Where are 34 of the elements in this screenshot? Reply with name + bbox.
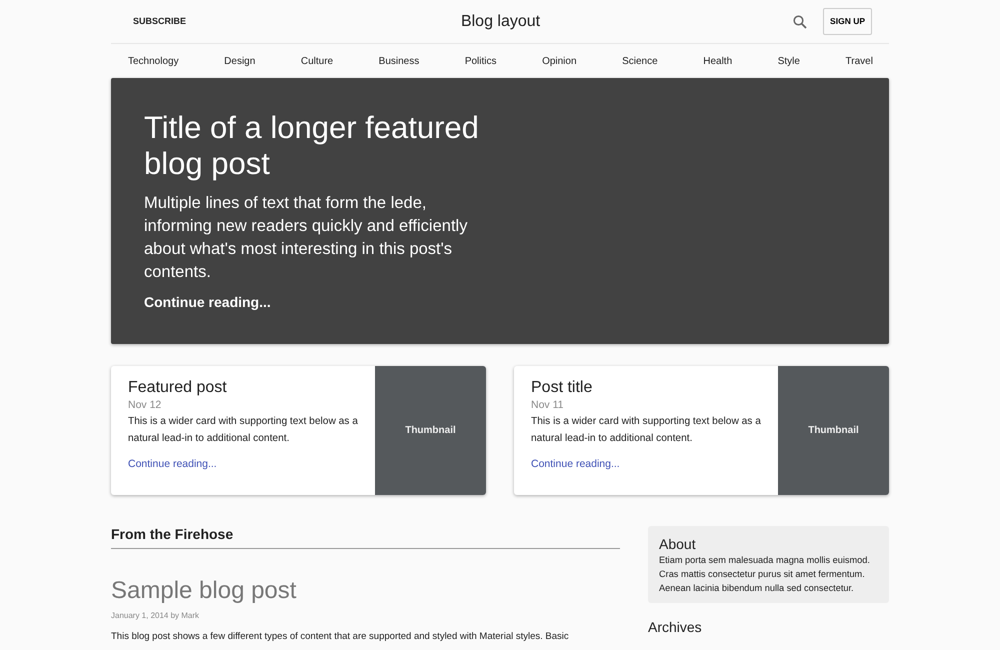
continue-reading-link[interactable]: Continue reading... [128,458,217,470]
nav-link[interactable]: Design [224,54,256,68]
nav-link[interactable]: Science [622,54,658,68]
nav-link[interactable]: Business [378,54,420,68]
nav-link[interactable]: Style [778,54,800,68]
search-icon[interactable] [793,14,808,28]
card-title: Featured post [128,378,228,398]
about-title: About [659,536,697,553]
subscribe-link[interactable]: SUBSCRIBE [111,14,208,28]
archives-heading: Archives [648,618,703,637]
nav-link[interactable]: Travel [846,54,873,68]
card-date: Nov 12 [128,398,162,413]
about-text: Etiam porta sem malesuada magna mollis euismod. Cras mattis consectetur purus sit amet fermentum. Aenean lacinia bibendum nulla sed consectetur. [659,554,871,595]
thumbnail-label: Thumbnail [808,424,859,438]
continue-reading-link[interactable]: Continue reading... [144,294,271,310]
thumbnail-label: Thumbnail [405,424,456,438]
nav-link[interactable]: Technology [128,54,179,68]
post-text: This blog post shows a few different types of content that are supported and styled with Material styles. Basic [111,630,570,644]
nav-link[interactable]: Politics [464,54,496,68]
nav-link[interactable]: Opinion [542,54,577,68]
hero-title: Title of a longer featured blog post [144,110,480,182]
card-title: Post title [531,378,594,398]
site-title: Blog layout [460,12,540,32]
continue-reading-link[interactable]: Continue reading... [531,458,620,470]
card-date: Nov 11 [531,398,564,413]
nav-link[interactable]: Health [703,54,732,68]
post-title: Sample blog post [111,576,298,606]
nav-link[interactable]: Culture [300,54,334,68]
signup-button[interactable]: SIGN UP [823,8,872,35]
hero-lede: Multiple lines of text that form the lede, informing new readers quickly and efficiently about what's most interesting in this post's contents. [144,193,468,283]
section-heading: From the Firehose [111,526,620,549]
card-text: This is a wider card with supporting text below as a natural lead-in to additional content. [128,415,358,446]
card-text: This is a wider card with supporting text below as a natural lead-in to additional content. [531,415,761,446]
post-meta: January 1, 2014 by Mark [111,610,200,622]
